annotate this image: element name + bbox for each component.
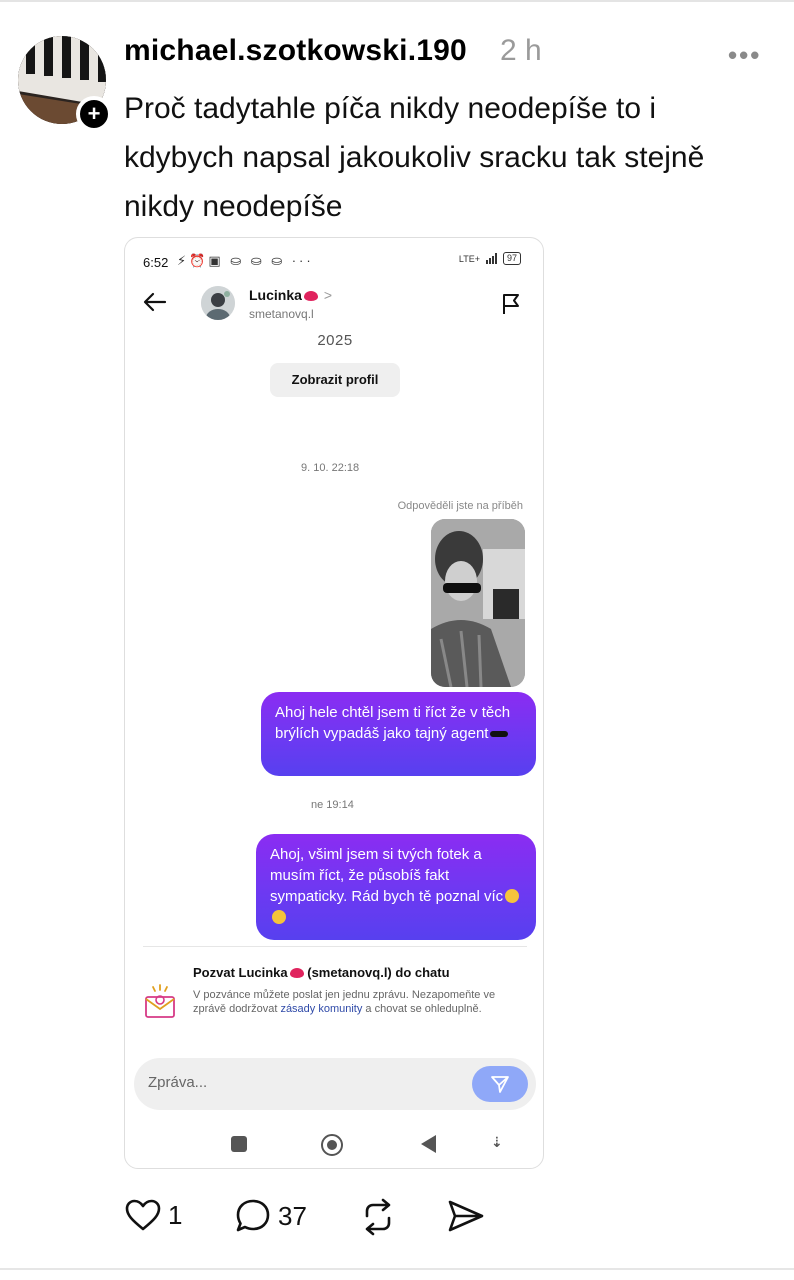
message-text: Ahoj hele chtěl jsem ti říct že v těch b… — [275, 704, 511, 742]
attached-screenshot[interactable]: 6:52 ⚡⏰▣ ⛀ ⛀ ⛀ ··· LTE+ 97 Lucinka > smet… — [124, 237, 544, 1169]
post-text: Proč tadytahle píča nikdy neodepíše to i… — [124, 92, 705, 223]
send-button[interactable] — [472, 1066, 528, 1102]
community-guidelines-link[interactable]: zásady komunity — [280, 1003, 362, 1015]
status-time: 6:52 — [143, 255, 169, 270]
comment-action[interactable]: 37 — [234, 1198, 307, 1234]
repost-icon — [365, 1198, 391, 1236]
year-label: 2025 — [317, 332, 353, 349]
post-time: 2 h — [500, 34, 542, 67]
invite-title: Pozvat Lucinka (smetanovq.l) do chatu — [193, 965, 450, 980]
view-profile-button[interactable]: Zobrazit profil — [270, 363, 400, 397]
lips-emoji-icon — [289, 968, 304, 978]
message-bubble[interactable]: Ahoj hele chtěl jsem ti říct že v těch b… — [261, 692, 536, 776]
nav-home-icon[interactable] — [321, 1134, 343, 1156]
back-arrow-icon[interactable] — [141, 288, 169, 316]
comment-count: 37 — [278, 1200, 307, 1231]
contact-avatar[interactable] — [201, 286, 235, 320]
contact-name-text: Lucinka — [249, 287, 302, 303]
signal-icon — [485, 253, 497, 264]
nav-back-icon[interactable] — [421, 1135, 436, 1153]
battery-icon: 97 — [502, 252, 521, 265]
send-icon — [491, 1076, 509, 1093]
status-right: LTE+ 97 — [459, 252, 521, 265]
comment-icon — [236, 1199, 270, 1232]
message-composer[interactable]: Zpráva... — [134, 1058, 536, 1110]
invite-body-suffix: a chovat se ohleduplně. — [362, 1003, 482, 1015]
author-username[interactable]: michael.szotkowski.190 — [124, 34, 467, 68]
contact-name[interactable]: Lucinka > — [249, 287, 332, 303]
share-icon — [448, 1200, 484, 1232]
more-options-icon[interactable]: ••• — [728, 40, 761, 71]
message-bubble[interactable]: Ahoj, všiml jsem si tvých fotek a musím … — [256, 834, 536, 940]
timestamp: 9. 10. 22:18 — [301, 462, 360, 474]
chevron-right-icon: > — [323, 287, 333, 303]
follow-plus-icon[interactable]: + — [76, 96, 112, 132]
message-input[interactable]: Zpráva... — [148, 1074, 207, 1091]
invite-title-suffix: (smetanovq.l) do chatu — [303, 965, 450, 980]
top-divider — [0, 0, 794, 2]
repost-action[interactable] — [358, 1198, 398, 1236]
status-icons: ⚡⏰▣ ⛀ ⛀ ⛀ ··· — [177, 253, 314, 268]
bottom-divider — [0, 1268, 794, 1270]
invite-title-prefix: Pozvat Lucinka — [193, 965, 288, 980]
divider — [143, 946, 527, 947]
sunglasses-emoji-icon — [490, 731, 509, 737]
invite-envelope-icon — [145, 984, 175, 1018]
timestamp: ne 19:14 — [311, 799, 354, 811]
replied-to-story-label: Odpověděli jste na příběh — [397, 500, 523, 512]
flag-icon[interactable] — [501, 292, 521, 316]
network-label: LTE+ — [458, 253, 480, 264]
lips-emoji-icon — [303, 291, 318, 301]
message-text: Ahoj, všiml jsem si tvých fotek a musím … — [270, 846, 504, 905]
invite-description: V pozvánce můžete poslat jen jednu zpráv… — [193, 988, 528, 1016]
story-thumbnail[interactable] — [431, 519, 525, 687]
like-count: 1 — [168, 1199, 183, 1230]
nav-keyboard-hide-icon[interactable]: ⇣ — [491, 1134, 503, 1151]
wink-emoji-icon — [505, 889, 520, 903]
nav-recents-icon[interactable] — [231, 1136, 247, 1152]
heart-icon — [125, 1199, 161, 1231]
contact-handle: smetanovq.l — [249, 307, 314, 321]
like-action[interactable]: 1 — [124, 1198, 182, 1232]
share-action[interactable] — [446, 1198, 486, 1234]
smirk-emoji-icon — [272, 910, 286, 924]
